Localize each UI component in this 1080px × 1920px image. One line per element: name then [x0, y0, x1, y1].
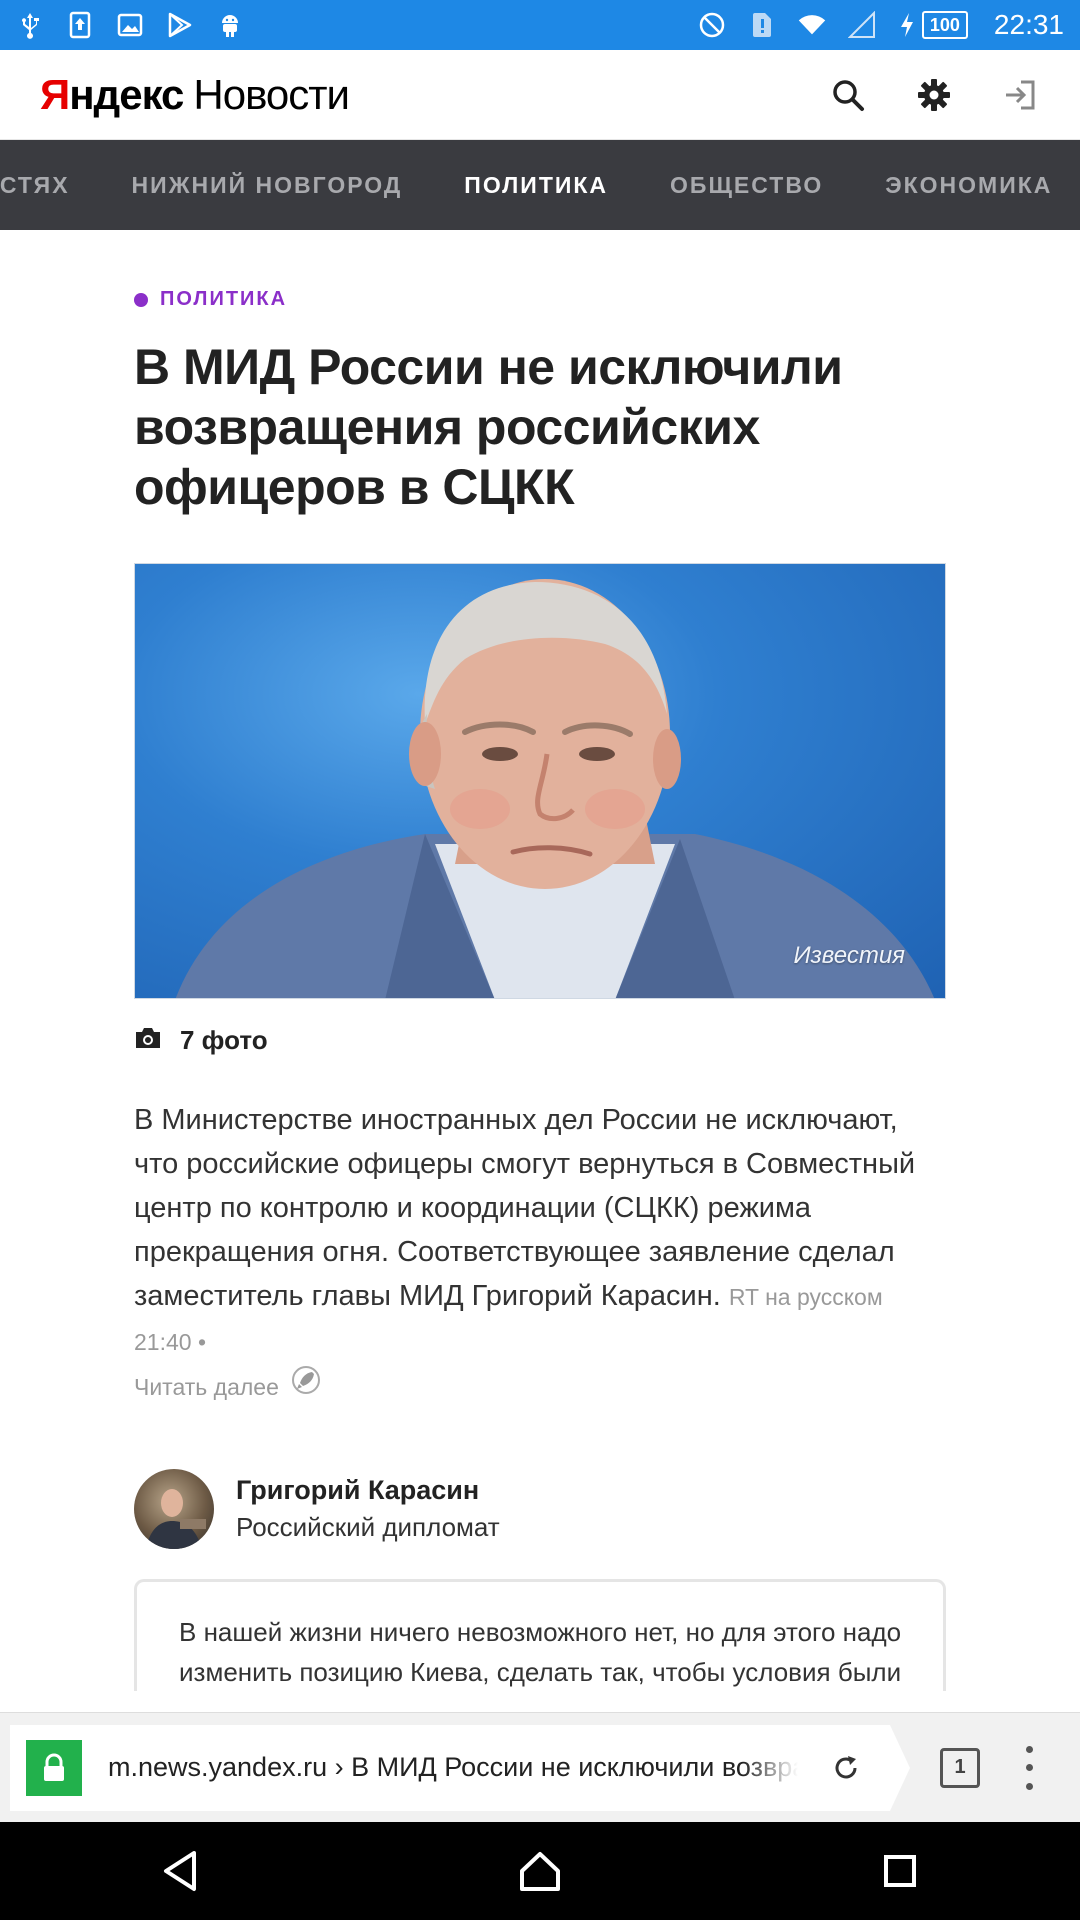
status-bar: 100 22:31 [0, 0, 1080, 50]
app-header: Яндекс Новости [0, 50, 1080, 140]
recents-icon[interactable] [870, 1841, 930, 1901]
android-icon [216, 11, 244, 39]
overflow-menu-icon[interactable] [1014, 1745, 1044, 1790]
play-store-icon [166, 11, 194, 39]
usb-icon [16, 11, 44, 39]
login-icon[interactable] [1000, 75, 1040, 115]
category-tab-politics[interactable]: ПОЛИТИКА [464, 172, 608, 199]
home-icon[interactable] [510, 1841, 570, 1901]
header-actions [828, 75, 1040, 115]
portrait-illustration [175, 579, 935, 998]
quote-author[interactable]: Григорий Карасин Российский дипломат [134, 1469, 946, 1550]
do-not-disturb-icon [698, 11, 726, 39]
category-tab-nizhny-novgorod[interactable]: НИЖНИЙ НОВГОРОД [132, 172, 403, 199]
article-title: В МИД России не исключили возвращения ро… [134, 339, 843, 515]
quote-block: В нашей жизни ничего невозможного нет, н… [134, 1579, 946, 1692]
address-bar[interactable]: m.news.yandex.ru › В МИД России не исклю… [10, 1724, 910, 1811]
rubric-label: ПОЛИТИКА [160, 288, 288, 310]
article-photo[interactable]: Известия [134, 563, 946, 999]
upload-icon [66, 11, 94, 39]
logo-first-letter: Я [40, 70, 70, 118]
browser-toolbar: m.news.yandex.ru › В МИД России не исклю… [0, 1712, 1080, 1822]
photo-count: 7 фото [180, 1025, 268, 1055]
logo-yandex: ндекс [69, 70, 184, 118]
article-lead: В Министерстве иностранных дел России не… [134, 1098, 946, 1409]
sim-alert-icon [748, 11, 776, 39]
read-more-label: Читать далее [134, 1374, 279, 1401]
reload-icon[interactable] [828, 1750, 864, 1786]
wifi-icon [798, 11, 826, 39]
logo-news: Новости [193, 70, 350, 118]
signal-icon [847, 11, 876, 39]
quote-author-name: Григорий Карасин [236, 1475, 480, 1506]
category-tab-economy[interactable]: ЭКОНОМИКА [885, 172, 1052, 199]
quote-text: В нашей жизни ничего невозможного нет, н… [179, 1617, 902, 1688]
gear-icon[interactable] [914, 75, 954, 115]
charging-icon [898, 11, 916, 39]
url-text[interactable]: m.news.yandex.ru › В МИД России не исклю… [108, 1752, 798, 1783]
photo-credit: Известия [793, 942, 905, 969]
clock: 22:31 [993, 9, 1064, 40]
photo-gallery-link[interactable]: 7 фото [134, 1025, 946, 1056]
back-icon[interactable] [150, 1841, 210, 1901]
battery-level: 100 [921, 11, 968, 39]
article: ПОЛИТИКА В МИД России не исключили возвр… [134, 230, 946, 1692]
read-more-link[interactable]: Читать далее [134, 1365, 321, 1409]
camera-icon [134, 1027, 162, 1054]
category-tab[interactable]: ОСТЯХ [0, 172, 70, 199]
rocket-icon [291, 1365, 321, 1409]
quote-author-info: Григорий Карасин Российский дипломат [236, 1475, 500, 1543]
article-rubric[interactable]: ПОЛИТИКА [134, 288, 946, 311]
category-tab-society[interactable]: ОБЩЕСТВО [670, 172, 823, 199]
battery-indicator: 100 [898, 11, 968, 39]
lock-icon[interactable] [26, 1739, 82, 1796]
status-bar-system: 100 22:31 [698, 9, 1064, 41]
tab-switcher-button[interactable]: 1 [940, 1747, 980, 1788]
rubric-dot [134, 292, 148, 307]
status-bar-notifications [16, 11, 244, 39]
lead-text: В Министерстве иностранных дел России не… [134, 1104, 916, 1312]
search-icon[interactable] [828, 75, 868, 115]
image-icon [116, 11, 144, 39]
system-nav-bar [0, 1822, 1080, 1920]
avatar [134, 1469, 214, 1550]
quote-author-role: Российский дипломат [236, 1512, 500, 1543]
yandex-news-logo[interactable]: Яндекс Новости [40, 70, 350, 119]
category-nav: ОСТЯХ НИЖНИЙ НОВГОРОД ПОЛИТИКА ОБЩЕСТВО … [0, 140, 1080, 230]
